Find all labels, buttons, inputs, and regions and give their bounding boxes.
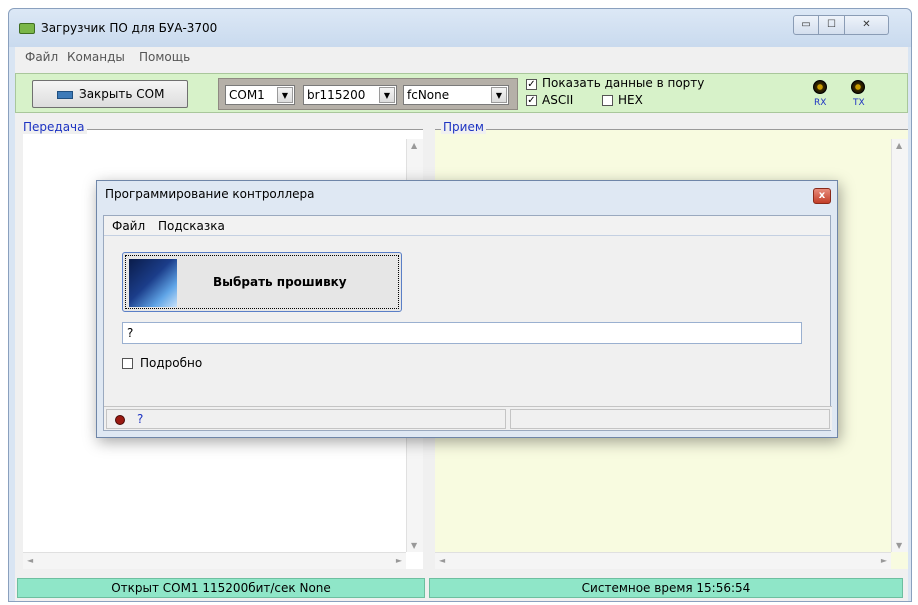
flow-value: fcNone (407, 88, 450, 102)
menu-commands[interactable]: Команды (67, 50, 125, 64)
chevron-down-icon[interactable]: ▼ (491, 87, 507, 103)
dialog-menu-bar: Файл Подсказка (104, 216, 830, 236)
dialog-status-text: ? (137, 412, 144, 426)
menu-help[interactable]: Помощь (139, 50, 190, 64)
system-time: Системное время 15:56:54 (429, 578, 903, 598)
verbose-label: Подробно (140, 356, 203, 370)
dialog-status-bar: ? (104, 406, 832, 430)
chevron-down-icon[interactable]: ▼ (277, 87, 293, 103)
firmware-path-field[interactable]: ? (122, 322, 802, 344)
port-status: Открыт COM1 115200бит/сек None (17, 578, 425, 598)
tx-led-icon (851, 80, 865, 94)
dialog-menu-file[interactable]: Файл (112, 219, 145, 233)
dialog-close-button[interactable]: x (813, 188, 831, 204)
verbose-checkbox[interactable] (122, 358, 133, 369)
receive-vscroll[interactable]: ▲ ▼ (891, 139, 908, 552)
menu-bar: Файл Команды Помощь (15, 47, 908, 67)
programming-dialog: Программирование контроллера x Файл Подс… (96, 180, 838, 438)
receive-label: Прием (441, 120, 486, 134)
port-value: COM1 (229, 88, 265, 102)
transmit-hscroll[interactable]: ◄ ► (23, 552, 406, 569)
hex-checkbox[interactable] (602, 95, 613, 106)
close-com-button[interactable]: Закрыть COM (32, 80, 188, 108)
app-icon (19, 23, 35, 34)
status-bar: Открыт COM1 115200бит/сек None Системное… (15, 575, 908, 599)
baud-value: br115200 (307, 88, 366, 102)
dialog-menu-hint[interactable]: Подсказка (158, 219, 225, 233)
show-data-checkbox[interactable]: ✓ (526, 79, 537, 90)
hex-label: HEX (618, 93, 643, 107)
port-settings-group: COM1 ▼ br115200 ▼ fcNone ▼ (218, 78, 518, 110)
choose-firmware-button[interactable]: Выбрать прошивку (122, 252, 402, 312)
ascii-label: ASCII (542, 93, 574, 107)
menu-file[interactable]: Файл (25, 50, 58, 64)
transmit-label: Передача (21, 120, 87, 134)
network-card-icon (57, 91, 73, 99)
rx-label: RX (814, 98, 827, 108)
tx-label: TX (853, 98, 865, 108)
window-title: Загрузчик ПО для БУА-3700 (41, 21, 218, 35)
close-window-button[interactable]: ✕ (845, 15, 889, 35)
baud-select[interactable]: br115200 ▼ (303, 85, 397, 105)
status-indicator-icon (115, 415, 125, 425)
dialog-title: Программирование контроллера (105, 187, 315, 201)
rx-led-icon (813, 80, 827, 94)
port-select[interactable]: COM1 ▼ (225, 85, 295, 105)
choose-firmware-label: Выбрать прошивку (213, 275, 347, 289)
show-data-label: Показать данные в порту (542, 76, 705, 90)
maximize-button[interactable]: ☐ (819, 15, 845, 35)
dialog-client: Файл Подсказка Выбрать прошивку ? Подроб… (103, 215, 832, 431)
flow-control-select[interactable]: fcNone ▼ (403, 85, 509, 105)
ascii-checkbox[interactable]: ✓ (526, 95, 537, 106)
close-com-label: Закрыть COM (79, 87, 165, 101)
book-icon (129, 259, 177, 307)
title-bar[interactable]: Загрузчик ПО для БУА-3700 ▭ ☐ ✕ (9, 9, 911, 47)
chevron-down-icon[interactable]: ▼ (379, 87, 395, 103)
minimize-button[interactable]: ▭ (793, 15, 819, 35)
receive-hscroll[interactable]: ◄ ► (435, 552, 891, 569)
toolbar: Закрыть COM COM1 ▼ br115200 ▼ fcNone ▼ ✓… (15, 73, 908, 113)
